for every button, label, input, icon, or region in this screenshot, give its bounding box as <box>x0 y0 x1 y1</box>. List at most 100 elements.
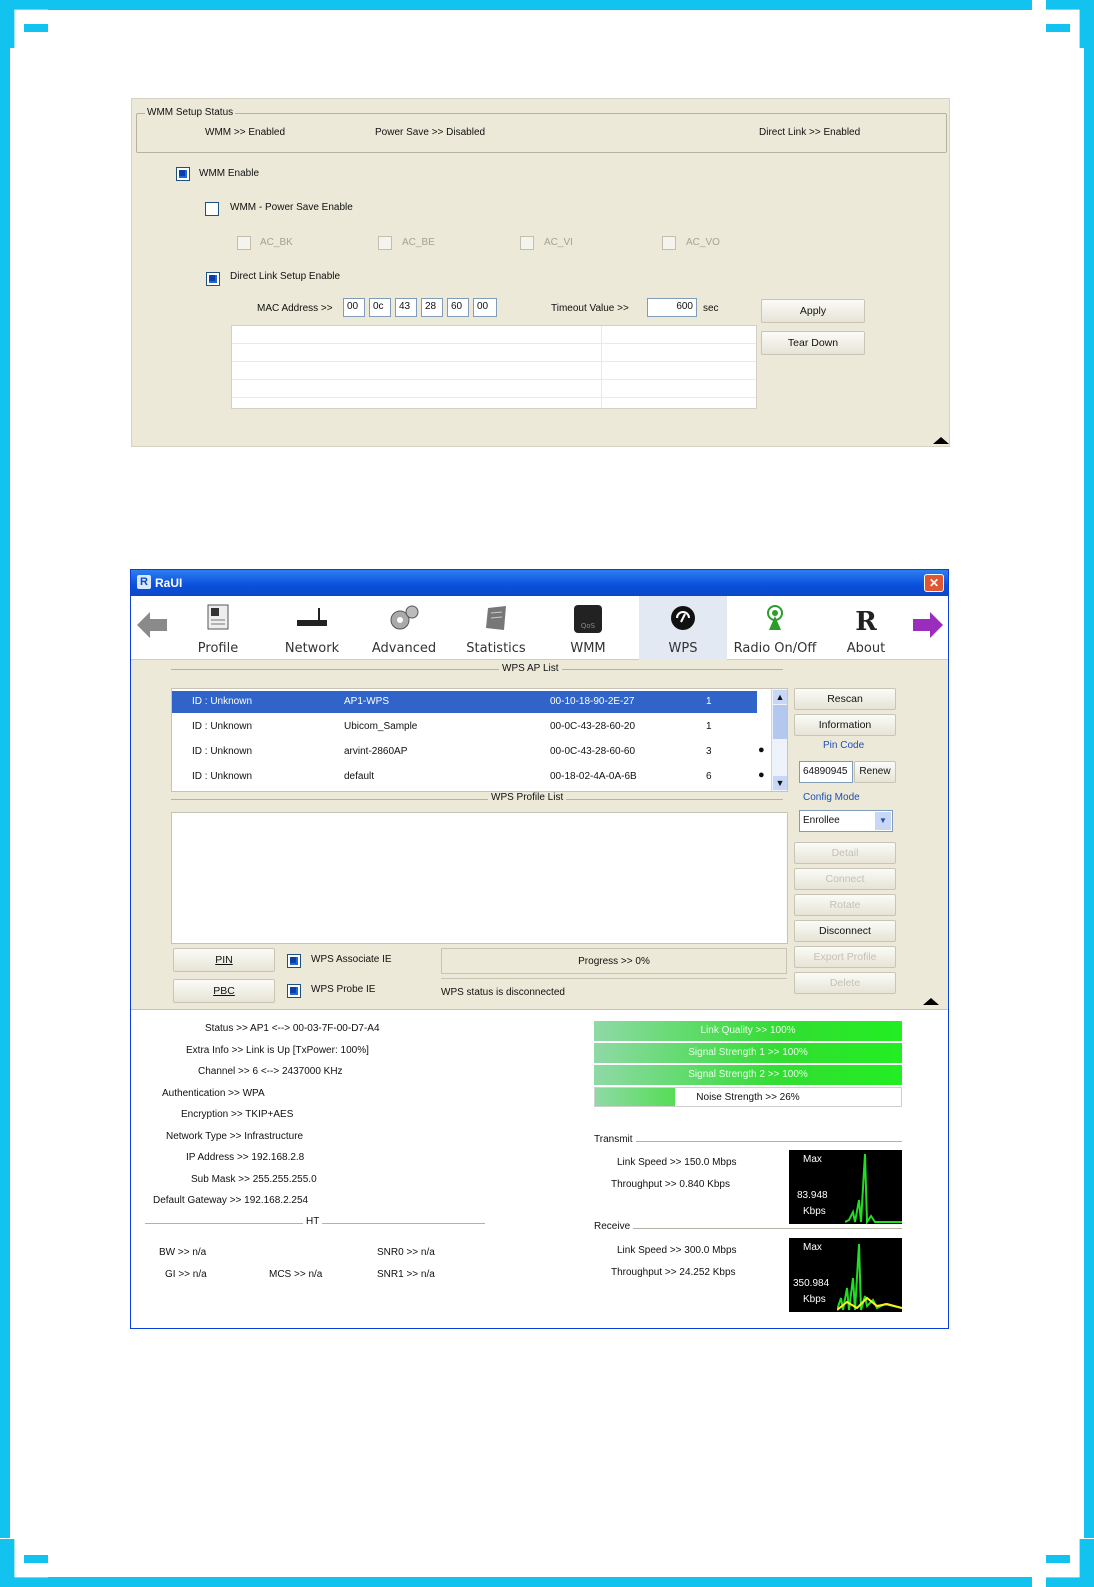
config-mode-select[interactable]: Enrollee ▼ <box>799 810 893 832</box>
pbc-button[interactable]: PBC <box>173 979 275 1003</box>
pin-code-input[interactable]: 64890945 <box>799 761 853 783</box>
ap-ssid: AP1-WPS <box>344 696 390 707</box>
wps-associate-ie-checkbox[interactable] <box>287 954 301 968</box>
mac-octet-2[interactable]: 0c <box>369 298 391 317</box>
collapse-arrow-icon[interactable] <box>923 998 939 1005</box>
pin-button[interactable]: PIN <box>173 948 275 972</box>
status-extra-info: Extra Info >> Link is Up [TxPower: 100%] <box>186 1045 369 1056</box>
signal-strength-1-bar: Signal Strength 1 >> 100% <box>594 1043 902 1063</box>
wps-icon <box>671 606 695 630</box>
scroll-down-icon[interactable]: ▼ <box>773 776 787 790</box>
wmm-status-group-title: WMM Setup Status <box>145 107 236 118</box>
frame-tick-bl <box>24 1555 48 1563</box>
ap-id: ID : Unknown <box>192 771 253 782</box>
tab-about[interactable]: R About <box>831 596 901 660</box>
window-title: RaUI <box>155 576 183 590</box>
ac-be-label: AC_BE <box>402 237 435 248</box>
list-item[interactable]: ID : Unknown Ubicom_Sample 00-0C-43-28-6… <box>172 716 757 738</box>
wps-ap-list[interactable]: ID : Unknown AP1-WPS 00-10-18-90-2E-27 1… <box>171 688 788 792</box>
timeout-input[interactable]: 600 <box>647 298 697 317</box>
pin-code-label: Pin Code <box>823 740 865 751</box>
ac-vi-checkbox[interactable] <box>520 236 534 250</box>
forward-arrow-icon[interactable] <box>913 612 943 638</box>
table-row[interactable] <box>232 380 756 398</box>
mac-address-label: MAC Address >> <box>257 303 333 314</box>
radio-icon <box>767 605 783 630</box>
rescan-button[interactable]: Rescan <box>794 688 896 710</box>
status-ip-address: IP Address >> 192.168.2.8 <box>186 1152 305 1163</box>
ac-bk-checkbox[interactable] <box>237 236 251 250</box>
mac-octet-3[interactable]: 43 <box>395 298 417 317</box>
list-item[interactable]: ID : Unknown default 00-18-02-4A-0A-6B 6… <box>172 766 765 788</box>
raui-window: R RaUI ✕ Profile Network Advanced Statis… <box>130 569 949 1329</box>
mac-octet-5[interactable]: 60 <box>447 298 469 317</box>
ac-bk-label: AC_BK <box>260 237 293 248</box>
signal-strength-1-text: Signal Strength 1 >> 100% <box>688 1047 808 1058</box>
status-network-type: Network Type >> Infrastructure <box>166 1131 304 1142</box>
status-area: Status >> AP1 <--> 00-03-7F-00-D7-A4 Ext… <box>131 1009 948 1328</box>
mac-octet-6[interactable]: 00 <box>473 298 497 317</box>
status-default-gateway: Default Gateway >> 192.168.2.254 <box>153 1195 309 1206</box>
delete-button[interactable]: Delete <box>794 972 896 994</box>
noise-strength-text: Noise Strength >> 26% <box>696 1092 800 1103</box>
detail-button[interactable]: Detail <box>794 842 896 864</box>
status-power-save: Power Save >> Disabled <box>375 127 486 138</box>
tab-statistics[interactable]: Statistics <box>457 596 535 660</box>
page-frame-right <box>1084 48 1094 1538</box>
ralink-logo-icon: R <box>855 607 877 634</box>
ac-vi-label: AC_VI <box>544 237 573 248</box>
mac-octet-4[interactable]: 28 <box>421 298 443 317</box>
receive-graph-max: Max <box>803 1242 822 1253</box>
renew-button[interactable]: Renew <box>854 761 896 783</box>
frame-tick-tr <box>1046 24 1070 32</box>
ac-vo-checkbox[interactable] <box>662 236 676 250</box>
wps-profile-list[interactable] <box>171 812 788 944</box>
tab-radio-on-off[interactable]: Radio On/Off <box>727 596 823 660</box>
information-button[interactable]: Information <box>794 714 896 736</box>
table-row[interactable] <box>232 362 756 380</box>
export-profile-button[interactable]: Export Profile <box>794 946 896 968</box>
ap-list-scrollbar[interactable]: ▲ ▼ <box>771 689 787 791</box>
power-save-checkbox[interactable] <box>205 202 219 216</box>
wps-probe-ie-label: WPS Probe IE <box>311 984 376 995</box>
noise-strength-bar: Noise Strength >> 26% <box>594 1087 902 1107</box>
back-arrow-icon[interactable] <box>137 612 167 638</box>
scroll-thumb[interactable] <box>773 705 787 739</box>
close-button[interactable]: ✕ <box>924 574 944 592</box>
apply-button[interactable]: Apply <box>761 299 865 323</box>
statistics-icon <box>486 606 506 630</box>
tab-network[interactable]: Network <box>273 596 351 660</box>
list-item[interactable]: ID : Unknown arvint-2860AP 00-0C-43-28-6… <box>172 741 765 763</box>
timeout-label: Timeout Value >> <box>551 303 629 314</box>
wps-probe-ie-checkbox[interactable] <box>287 984 301 998</box>
table-row[interactable] <box>232 326 756 344</box>
collapse-arrow-icon[interactable] <box>933 437 949 444</box>
dls-enable-checkbox[interactable] <box>206 272 220 286</box>
wmm-panel: WMM Setup Status WMM >> Enabled Power Sa… <box>131 98 950 447</box>
title-bar[interactable]: R RaUI ✕ <box>131 570 948 596</box>
status-encryption: Encryption >> TKIP+AES <box>181 1109 294 1120</box>
tab-wps-label: WPS <box>668 641 698 656</box>
chevron-down-icon[interactable]: ▼ <box>875 812 891 830</box>
rotate-button[interactable]: Rotate <box>794 894 896 916</box>
tab-advanced[interactable]: Advanced <box>365 596 443 660</box>
table-row[interactable] <box>232 344 756 362</box>
ac-be-checkbox[interactable] <box>378 236 392 250</box>
wmm-enable-checkbox[interactable] <box>176 167 190 181</box>
transmit-link-speed: Link Speed >> 150.0 Mbps <box>617 1157 737 1168</box>
wps-status-box: WPS status is disconnected <box>441 978 787 1004</box>
list-item[interactable]: ID : Unknown AP1-WPS 00-10-18-90-2E-27 1 <box>172 691 757 713</box>
tab-wps[interactable]: WPS <box>639 596 727 660</box>
mac-octet-1[interactable]: 00 <box>343 298 365 317</box>
tab-advanced-label: Advanced <box>371 641 437 656</box>
receive-throughput: Throughput >> 24.252 Kbps <box>611 1267 736 1278</box>
disconnect-button[interactable]: Disconnect <box>794 920 896 942</box>
tear-down-button[interactable]: Tear Down <box>761 331 865 355</box>
network-icon <box>297 608 327 626</box>
tab-wmm[interactable]: QoS WMM <box>549 596 627 660</box>
connect-button[interactable]: Connect <box>794 868 896 890</box>
receive-graph-unit: Kbps <box>803 1294 826 1305</box>
tab-profile[interactable]: Profile <box>183 596 253 660</box>
transmit-graph-unit: Kbps <box>803 1206 826 1217</box>
scroll-up-icon[interactable]: ▲ <box>773 690 787 704</box>
